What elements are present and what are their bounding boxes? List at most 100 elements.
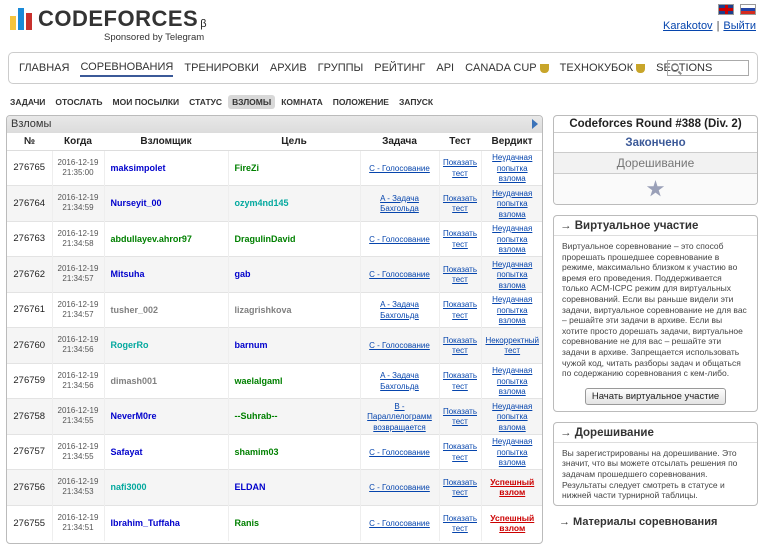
start-virtual-button[interactable]: Начать виртуальное участие [584,387,727,405]
hack-id[interactable]: 276755 [7,504,52,541]
show-test-link[interactable]: Показать тест [443,407,477,427]
hack-id[interactable]: 276761 [7,291,52,328]
target-link[interactable]: ELDAN [235,482,266,492]
menu-item-8[interactable]: Технокубок [560,60,646,76]
russian-flag-icon[interactable] [740,4,756,15]
hacker-link[interactable]: tusher_002 [111,305,159,315]
submenu-item-5[interactable]: Комната [277,95,327,109]
problem-link[interactable]: C - Голосование [369,235,430,244]
menu-item-6[interactable]: API [436,60,454,76]
hacker-link[interactable]: NeverM0re [111,411,157,421]
target-link[interactable]: shamim03 [235,447,279,457]
problem-link[interactable]: C - Голосование [369,270,430,279]
menu-item-2[interactable]: Тренировки [184,60,259,76]
hacker-link[interactable]: Safayat [111,447,143,457]
target-link[interactable]: barnum [235,340,268,350]
problem-link[interactable]: C - Голосование [369,164,430,173]
problem-link[interactable]: A - Задача Бахгольда [380,371,419,391]
hacker-link[interactable]: RogerRo [111,340,149,350]
hack-id[interactable]: 276765 [7,149,52,186]
hacker-link[interactable]: maksimpolet [111,163,166,173]
expand-arrow-icon[interactable] [532,119,538,129]
target-link[interactable]: Ranis [235,518,260,528]
show-test-link[interactable]: Показать тест [443,265,477,285]
submenu-item-1[interactable]: Отослать [51,95,106,109]
hack-id[interactable]: 276760 [7,327,52,363]
verdict-cell: Успешный взлом [480,504,542,541]
show-test-link[interactable]: Показать тест [443,336,477,356]
menu-item-4[interactable]: Группы [318,60,364,76]
problem-link[interactable]: A - Задача Бахгольда [380,300,419,320]
submenu-item-7[interactable]: Запуск [395,95,437,109]
sponsor-text[interactable]: Sponsored by Telegram [104,32,204,43]
submenu-item-6[interactable]: Положение [329,95,393,109]
hack-id[interactable]: 276758 [7,398,52,434]
hacker-link[interactable]: Ibrahim_Tuffaha [111,518,180,528]
show-test-link[interactable]: Показать тест [443,158,477,178]
show-test-link[interactable]: Показать тест [443,300,477,320]
show-test-link[interactable]: Показать тест [443,514,477,534]
problem-link[interactable]: B - Параллелограмм возвращается [367,402,432,432]
verdict-link[interactable]: Неудачная попытка взлома [492,437,532,467]
logout-link[interactable]: Выйти [723,20,756,32]
hack-id-text: 276755 [13,517,46,529]
verdict-link[interactable]: Неудачная попытка взлома [492,402,532,432]
verdict-link[interactable]: Неудачная попытка взлома [492,366,532,396]
problem-link[interactable]: A - Задача Бахгольда [380,194,419,214]
verdict-link[interactable]: Неудачная попытка взлома [492,260,532,290]
menu-item-1[interactable]: Соревнования [80,59,174,77]
hack-time: 2016-12-19 21:35:00 [51,149,104,186]
show-test-link[interactable]: Показать тест [443,194,477,214]
target-link[interactable]: DragulinDavid [235,234,296,244]
hack-id[interactable]: 276759 [7,362,52,399]
hacker-link[interactable]: dimash001 [111,376,158,386]
submenu-item-3[interactable]: Статус [185,95,226,109]
menu-item-3[interactable]: Архив [270,60,307,76]
target-link[interactable]: FireZi [235,163,260,173]
problem-link[interactable]: C - Голосование [369,483,430,492]
hacker-link[interactable]: nafi3000 [111,482,147,492]
submenu-item-2[interactable]: Мои посылки [109,95,184,109]
contest-title[interactable]: Codeforces Round #388 (Div. 2) [554,116,757,133]
show-test-link[interactable]: Показать тест [443,229,477,249]
codeforces-logo[interactable]: CODEFORCES β [10,8,207,30]
verdict-link[interactable]: Некорректный тест [485,336,539,356]
problem-link[interactable]: C - Голосование [369,448,430,457]
hack-id[interactable]: 276763 [7,220,52,257]
hacker-link[interactable]: Nurseyit_00 [111,198,162,208]
submenu-item-4[interactable]: Взломы [228,95,276,109]
verdict-link[interactable]: Неудачная попытка взлома [492,295,532,325]
menu-item-5[interactable]: Рейтинг [374,60,425,76]
target-link[interactable]: waelalgaml [235,376,283,386]
target-link[interactable]: ozym4nd145 [235,198,289,208]
verdict-link[interactable]: Неудачная попытка взлома [492,153,532,183]
menu-item-label: API [436,62,455,74]
target-link[interactable]: --Suhrab-- [235,411,278,421]
problem-link[interactable]: C - Голосование [369,519,430,528]
show-test-link[interactable]: Показать тест [443,371,477,391]
hack-id[interactable]: 276764 [7,185,52,221]
problem-link[interactable]: C - Голосование [369,341,430,350]
submenu-item-0[interactable]: Задачи [6,95,49,109]
table-row: 276756 2016-12-19 21:34:53 nafi3000 ELDAN C … [7,469,542,505]
hacker-link[interactable]: Mitsuha [111,269,145,279]
menu-item-0[interactable]: Главная [19,60,69,76]
hacker-link[interactable]: abdullayev.ahror97 [111,234,192,244]
search-input[interactable] [667,60,749,76]
verdict-link[interactable]: Успешный взлом [490,477,534,497]
show-test-link[interactable]: Показать тест [443,442,477,462]
verdict-link[interactable]: Неудачная попытка взлома [492,189,532,219]
hack-id[interactable]: 276756 [7,469,52,505]
hack-id[interactable]: 276757 [7,433,52,470]
hack-id[interactable]: 276762 [7,256,52,292]
menu-item-7[interactable]: Canada Cup [465,60,549,76]
target-link[interactable]: lizagrishkova [235,305,292,315]
verdict-link[interactable]: Неудачная попытка взлома [492,224,532,254]
test-cell: Показать тест [438,220,481,257]
star-icon[interactable] [646,180,665,197]
profile-link[interactable]: Karakotov [663,20,713,32]
target-link[interactable]: gab [235,269,251,279]
english-flag-icon[interactable] [718,4,734,15]
verdict-link[interactable]: Успешный взлом [490,513,534,533]
show-test-link[interactable]: Показать тест [443,478,477,498]
